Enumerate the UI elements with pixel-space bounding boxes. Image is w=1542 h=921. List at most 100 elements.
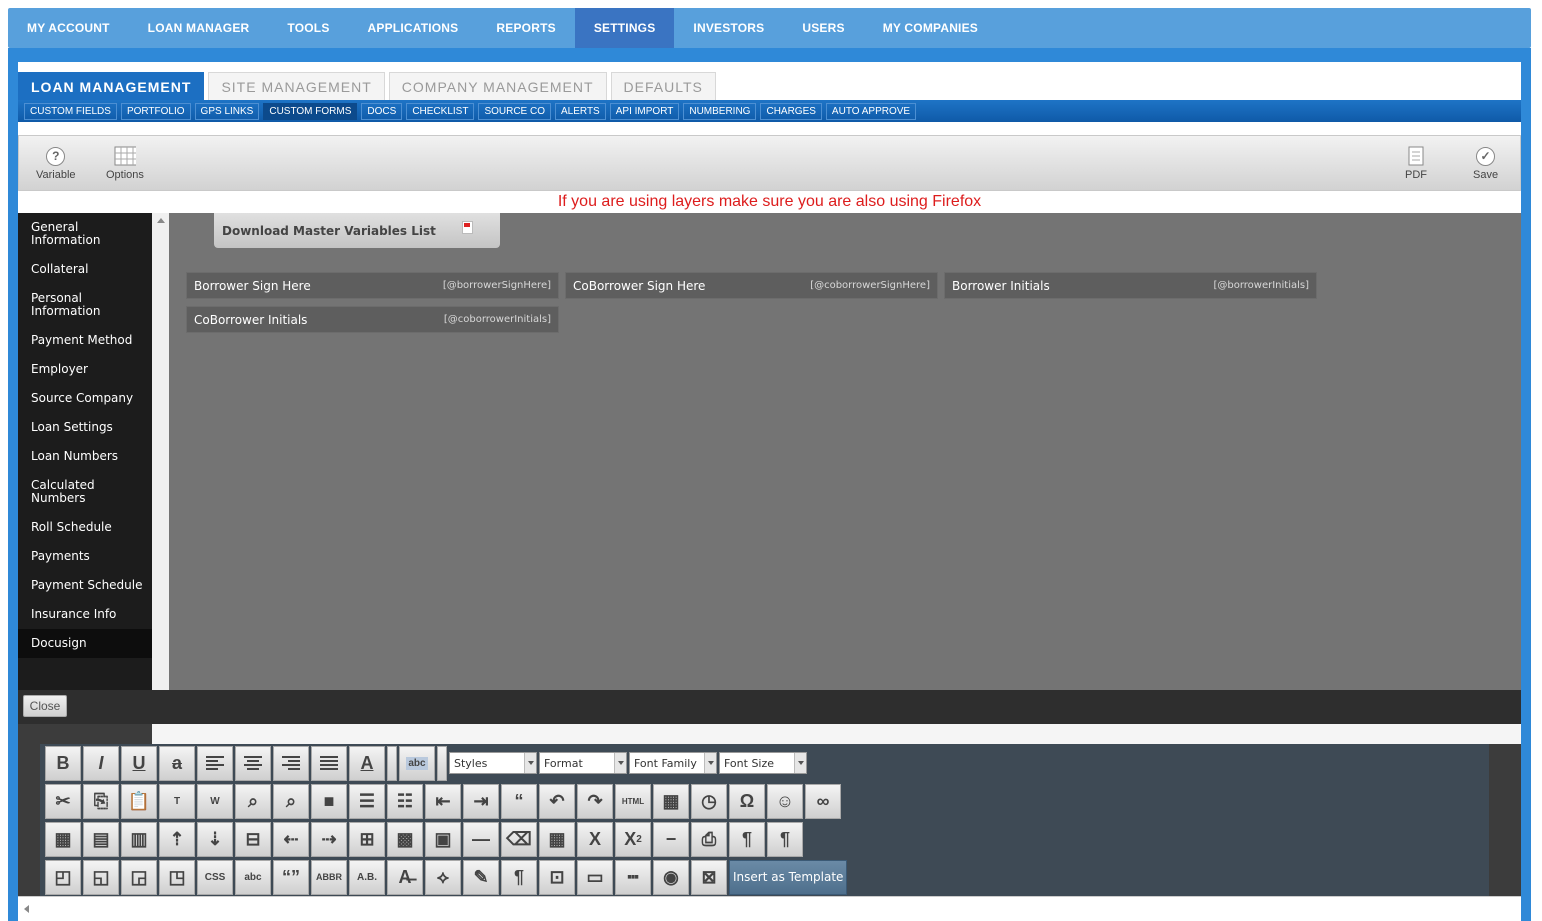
tab-company-management[interactable]: COMPANY MANAGEMENT [388, 72, 607, 100]
sidebar-item-personal-information[interactable]: Personal Information [18, 284, 118, 326]
font-family-dropdown[interactable]: Font Family [629, 752, 717, 774]
spellcheck-icon[interactable]: abc [235, 859, 271, 895]
link-icon[interactable]: ∞ [805, 783, 841, 819]
format-dropdown[interactable]: Format [539, 752, 627, 774]
delete-row-icon[interactable]: ⊟ [235, 821, 271, 857]
align-right-icon[interactable] [273, 745, 309, 781]
subtab-numbering[interactable]: NUMBERING [683, 102, 757, 120]
insert-col-before-icon[interactable]: ⇠ [273, 821, 309, 857]
font-size-dropdown[interactable]: Font Size [719, 752, 807, 774]
styles-dropdown[interactable]: Styles [449, 752, 537, 774]
download-master-variables-button[interactable]: Download Master Variables List [214, 213, 500, 248]
horizontal-rule-icon[interactable]: — [463, 821, 499, 857]
paste-icon[interactable]: 📋 [121, 783, 157, 819]
variable-coborrower-sign-here[interactable]: CoBorrower Sign Here [@coborrowerSignHer… [565, 272, 938, 299]
subtab-alerts[interactable]: ALERTS [555, 102, 606, 120]
move-forward-icon[interactable]: ◱ [83, 859, 119, 895]
undo-icon[interactable]: ↶ [539, 783, 575, 819]
insert-as-template-button[interactable]: Insert as Template [729, 859, 848, 895]
cite-icon[interactable]: “” [273, 859, 309, 895]
page-scrollbar[interactable] [1531, 48, 1542, 921]
strikethrough-icon[interactable]: a [159, 745, 195, 781]
paste-text-icon[interactable]: T [159, 783, 195, 819]
insert-col-after-icon[interactable]: ⇢ [311, 821, 347, 857]
nav-my-account[interactable]: MY ACCOUNT [8, 8, 129, 48]
table-icon[interactable]: ▦ [45, 821, 81, 857]
subtab-custom-forms[interactable]: CUSTOM FORMS [263, 102, 358, 120]
nonbreaking-icon[interactable]: ┅ [615, 859, 651, 895]
subtab-docs[interactable]: DOCS [361, 102, 403, 120]
subtab-api-import[interactable]: API IMPORT [609, 102, 680, 120]
tab-site-management[interactable]: SITE MANAGEMENT [208, 72, 385, 100]
subscript-icon[interactable]: X [577, 821, 613, 857]
subtab-charges[interactable]: CHARGES [760, 102, 822, 120]
sidebar-item-payment-method[interactable]: Payment Method [18, 326, 152, 355]
close-button[interactable]: Close [23, 695, 67, 717]
sidebar-item-employer[interactable]: Employer [18, 355, 152, 384]
print-icon[interactable]: ⎙ [691, 821, 727, 857]
layer-icon[interactable]: ◰ [45, 859, 81, 895]
justify-icon[interactable] [311, 745, 347, 781]
scroll-up-icon[interactable] [157, 218, 165, 223]
insert-row-after-icon[interactable]: ⇣ [197, 821, 233, 857]
highlight-color-icon[interactable]: abc [399, 745, 435, 781]
row-properties-icon[interactable]: ▤ [83, 821, 119, 857]
variable-button[interactable]: ? Variable [36, 146, 76, 181]
paste-word-icon[interactable]: W [197, 783, 233, 819]
sidebar-item-collateral[interactable]: Collateral [18, 255, 152, 284]
save-button[interactable]: ✓ Save [1473, 146, 1498, 181]
redo-icon[interactable]: ↷ [577, 783, 613, 819]
sidebar-item-insurance-info[interactable]: Insurance Info [18, 600, 152, 629]
nav-applications[interactable]: APPLICATIONS [349, 8, 478, 48]
page-break-icon[interactable]: ▭ [577, 859, 613, 895]
sidebar-item-roll-schedule[interactable]: Roll Schedule [18, 513, 152, 542]
outdent-icon[interactable]: ⇤ [425, 783, 461, 819]
underline-icon[interactable]: U [121, 745, 157, 781]
insert-time-icon[interactable]: ◷ [691, 783, 727, 819]
copy-icon[interactable]: ⎘ [83, 783, 119, 819]
insert-date-icon[interactable]: ▦ [653, 783, 689, 819]
bullet-list-icon[interactable]: ☰ [349, 783, 385, 819]
nav-loan-manager[interactable]: LOAN MANAGER [129, 8, 269, 48]
insert-layer-icon[interactable]: ◳ [159, 859, 195, 895]
subtab-checklist[interactable]: CHECKLIST [406, 102, 475, 120]
css-icon[interactable]: CSS [197, 859, 233, 895]
align-center-icon[interactable] [235, 745, 271, 781]
text-color-icon[interactable]: A [349, 745, 385, 781]
preview-icon[interactable]: ◉ [653, 859, 689, 895]
numbered-list-icon[interactable]: ☷ [387, 783, 423, 819]
fullscreen-icon[interactable]: ⊠ [691, 859, 727, 895]
options-button[interactable]: Options [106, 146, 144, 181]
move-backward-icon[interactable]: ◲ [121, 859, 157, 895]
text-color-dropdown-icon[interactable] [387, 745, 397, 781]
rtl-icon[interactable]: ¶ [767, 821, 803, 857]
insertion-icon[interactable]: ⟡ [425, 859, 461, 895]
nav-tools[interactable]: TOOLS [268, 8, 348, 48]
pdf-button[interactable]: PDF [1405, 146, 1427, 181]
sidebar-scrollbar[interactable] [152, 213, 169, 690]
subtab-portfolio[interactable]: PORTFOLIO [120, 102, 191, 120]
split-cells-icon[interactable]: ▩ [387, 821, 423, 857]
align-left-icon[interactable] [197, 745, 233, 781]
deletion-icon[interactable]: A̶ [387, 859, 423, 895]
variable-borrower-initials[interactable]: Borrower Initials [@borrowerInitials] [944, 272, 1317, 299]
nav-users[interactable]: USERS [783, 8, 863, 48]
pencil-icon[interactable]: ✎ [463, 859, 499, 895]
sidebar-item-loan-numbers[interactable]: Loan Numbers [18, 442, 152, 471]
cut-icon[interactable]: ✂ [45, 783, 81, 819]
highlight-dropdown-icon[interactable] [437, 745, 447, 781]
minus-icon[interactable]: − [653, 821, 689, 857]
sidebar-item-loan-settings[interactable]: Loan Settings [18, 413, 152, 442]
special-character-icon[interactable]: Ω [729, 783, 765, 819]
indent-icon[interactable]: ⇥ [463, 783, 499, 819]
sidebar-item-source-company[interactable]: Source Company [18, 384, 152, 413]
subtab-custom-fields[interactable]: CUSTOM FIELDS [24, 102, 117, 120]
delete-col-icon[interactable]: ⊞ [349, 821, 385, 857]
emoticon-icon[interactable]: ☺ [767, 783, 803, 819]
html-source-icon[interactable]: HTML [615, 783, 651, 819]
bold-icon[interactable]: B [45, 745, 81, 781]
subtab-source-co[interactable]: SOURCE CO [478, 102, 551, 120]
insert-template-icon[interactable]: ⊡ [539, 859, 575, 895]
variable-coborrower-initials[interactable]: CoBorrower Initials [@coborrowerInitials… [186, 306, 559, 333]
visual-aid-icon[interactable]: ▦ [539, 821, 575, 857]
